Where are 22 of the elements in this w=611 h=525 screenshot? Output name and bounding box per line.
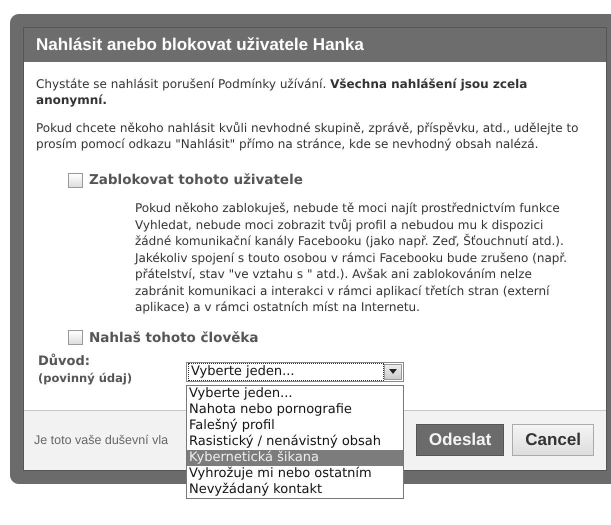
checkbox-label[interactable]: Zablokovat tohoto uživatele (89, 172, 303, 188)
dropdown-option[interactable]: Vyhrožuje mi nebo ostatním (187, 466, 403, 482)
caret-icon (384, 364, 402, 380)
dropdown-option[interactable]: Kybernetická šikana (187, 450, 403, 466)
submit-button[interactable]: Odeslat (416, 424, 504, 456)
checkbox-label[interactable]: Nahlaš tohoto člověka (89, 330, 258, 346)
footer-text: Je toto vaše duševní vla (34, 433, 168, 447)
dropdown-option[interactable]: Vyberte jeden... (187, 386, 403, 402)
checkbox[interactable] (68, 172, 83, 188)
instructions-text: Pokud chcete někoho nahlásit kvůli nevhodné skupině, zprávě, příspěvku, atd., udělejte to prosím pomocí odkazu "Nahlásit" přímo na stránce, kde se nevhodný obsah nalézá. (36, 120, 580, 152)
option-description: Pokud někoho zablokuješ, nebude tě moci najít prostřednictvím funkce Vyhledat, nebude moci zobrazit tvůj profil a nebudou mu k dispozici žádné komunikační kanály Facebooku (jako např. Zeď, Šťouchnutí atd.). Jakékoliv spojení s touto osobou v rámci Facebooku bude zrušeno (např. přátelství, stav "ve vztahu s " atd.). Avšak ani zablokováním nelze zabránit komunikaci a interakci v rámci aplikací třetích stran (externí aplikace) a v rámci ostatních míst na Internetu. (135, 200, 568, 316)
reason-dropdown[interactable]: Vyberte jeden... (186, 362, 404, 382)
reason-label: Důvod: (38, 354, 91, 370)
dialog-title: Nahlásit anebo blokovat uživatele Hanka (24, 28, 606, 62)
dropdown-option[interactable]: Falešný profil (187, 418, 403, 434)
checkbox[interactable] (68, 330, 83, 345)
required-hint: (povinný údaj) (38, 370, 134, 386)
dropdown-option[interactable]: Nevyžádaný kontakt (187, 482, 403, 498)
dropdown-option[interactable]: Rasistický / nenávistný obsah (187, 434, 403, 450)
dropdown-option[interactable]: Nahota nebo pornografie (187, 402, 403, 418)
cancel-button[interactable]: Cancel (512, 424, 594, 456)
intro-text: Chystáte se nahlásit porušení Podmínky užívání. Všechna nahlášení jsou zcela anonymní. (36, 76, 528, 108)
